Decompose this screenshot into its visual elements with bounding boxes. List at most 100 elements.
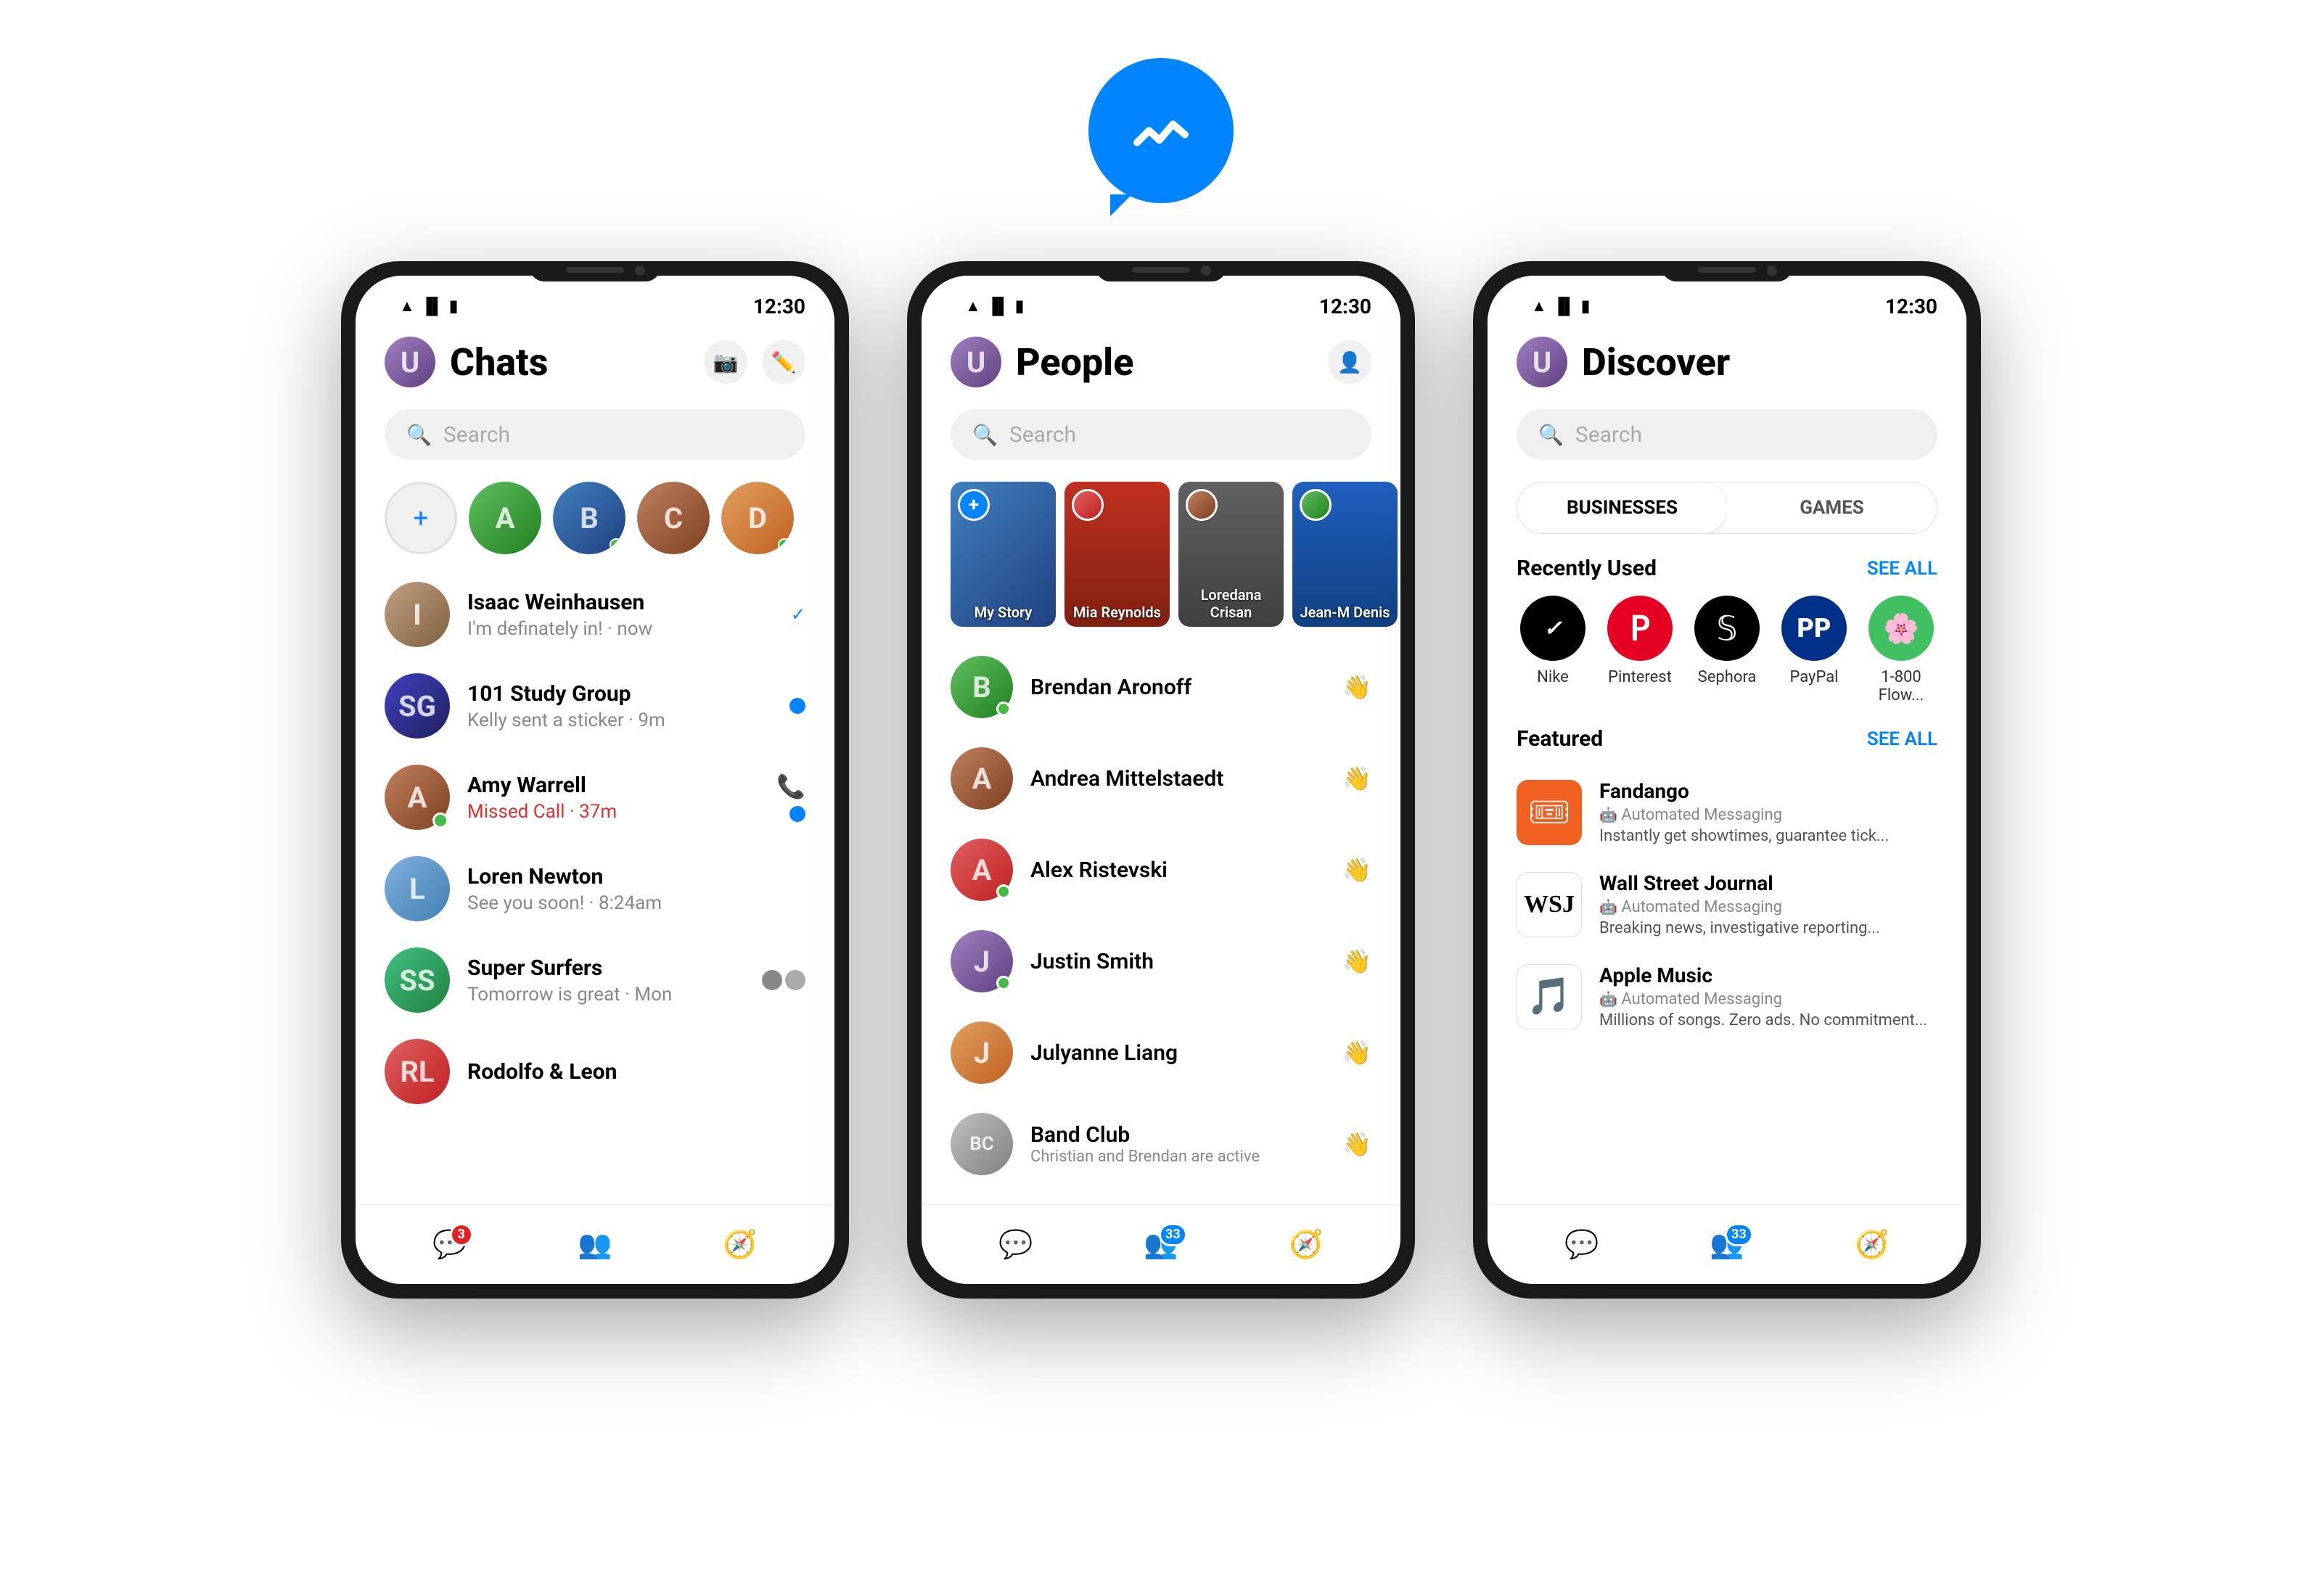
people-item-bandclub[interactable]: BC Band Club Christian and Brendan are a… [922, 1098, 1400, 1190]
nav-chats-btn-3[interactable]: 💬 [1564, 1229, 1599, 1261]
people-search-bar[interactable]: 🔍 Search [951, 409, 1371, 460]
group-avatar-thumb-2 [785, 970, 805, 990]
featured-item-apple-music[interactable]: 🎵 Apple Music 🤖 Automated Messaging Mill… [1488, 950, 1966, 1042]
check-icon-isaac: ✓ [791, 604, 805, 625]
pencil-icon: ✏️ [771, 350, 797, 374]
story-card-loredana[interactable]: Loredana Crisan [1178, 482, 1284, 627]
chat-item-isaac[interactable]: I Isaac Weinhausen I'm definately in! · … [356, 569, 834, 660]
featured-item-wsj[interactable]: WSJ Wall Street Journal 🤖 Automated Mess… [1488, 858, 1966, 950]
sephora-label: Sephora [1698, 668, 1757, 686]
edit-button[interactable]: ✏️ [762, 340, 805, 384]
studygroup-face: SG [385, 673, 450, 739]
featured-item-fandango[interactable]: 🎟 Fandango 🤖 Automated Messaging Instant… [1488, 766, 1966, 858]
phone-speaker-3 [1698, 267, 1756, 273]
unread-dot-studygroup [789, 698, 805, 714]
wave-icon-brendan[interactable]: 👋 [1342, 673, 1371, 701]
discover-tabs: BUSINESSES GAMES [1517, 482, 1937, 534]
chat-avatar-loren: L [385, 856, 450, 921]
featured-see-all[interactable]: SEE ALL [1867, 728, 1937, 750]
nav-people-btn-1[interactable]: 👥 [578, 1229, 612, 1261]
nav-chats-btn[interactable]: 💬 3 [432, 1229, 467, 1261]
story-card-mia[interactable]: Mia Reynolds [1064, 482, 1170, 627]
apple-music-name: Apple Music [1599, 963, 1937, 987]
wave-icon-andrea[interactable]: 👋 [1342, 765, 1371, 792]
fandango-sub-text: Automated Messaging [1621, 806, 1782, 824]
chat-meta-supersurfers [762, 970, 805, 990]
recently-item-pinterest[interactable]: 𝖯 Pinterest [1604, 596, 1676, 704]
bandclub-preview: Christian and Brendan are active [1030, 1148, 1325, 1166]
story-item-1[interactable]: A [469, 482, 541, 554]
story-card-jean[interactable]: Jean-M Denis [1292, 482, 1398, 627]
fandango-robot-icon: 🤖 [1599, 806, 1617, 823]
wave-icon-alex[interactable]: 👋 [1342, 856, 1371, 884]
tab-businesses-label: BUSINESSES [1567, 497, 1678, 519]
nav-people-badge: 33 [1159, 1223, 1187, 1246]
nike-icon: ✓ [1520, 596, 1585, 661]
discover-search-bar[interactable]: 🔍 Search [1517, 409, 1937, 460]
recently-item-sephora[interactable]: 𝕊 Sephora [1691, 596, 1763, 704]
tab-games[interactable]: GAMES [1727, 482, 1937, 533]
chat-item-supersurfers[interactable]: SS Super Surfers Tomorrow is great · Mon [356, 934, 834, 1026]
fandango-icon: 🎟 [1517, 780, 1582, 845]
nav-discover-btn-3[interactable]: 🧭 [1855, 1229, 1889, 1261]
nav-people-btn-3[interactable]: 👥 33 [1710, 1229, 1744, 1261]
chat-item-amy[interactable]: A Amy Warrell Missed Call · 37m 📞 [356, 752, 834, 843]
recently-item-paypal[interactable]: PP PayPal [1778, 596, 1850, 704]
status-bar-2: ▲ ▐▌ ▮ 12:30 [922, 276, 1400, 322]
mia-story-avatar [1072, 489, 1104, 521]
people-avatar-julyanne: J [951, 1021, 1013, 1084]
wave-icon-julyanne[interactable]: 👋 [1342, 1039, 1371, 1066]
nav-discover-btn-2[interactable]: 🧭 [1289, 1229, 1323, 1261]
chat-info-supersurfers: Super Surfers Tomorrow is great · Mon [467, 955, 744, 1005]
tab-businesses[interactable]: BUSINESSES [1517, 482, 1727, 533]
signal-icon-2: ▐▌ [987, 297, 1009, 316]
people-item-alex[interactable]: A Alex Ristevski 👋 [922, 824, 1400, 916]
recently-used-see-all[interactable]: SEE ALL [1867, 558, 1937, 580]
chat-avatar-supersurfers: SS [385, 947, 450, 1013]
recently-item-flower[interactable]: 🌸 1-800 Flow... [1865, 596, 1937, 704]
nav-people-btn-2[interactable]: 👥 33 [1144, 1229, 1178, 1261]
chats-search-bar[interactable]: 🔍 Search [385, 409, 805, 460]
people-item-andrea[interactable]: A Andrea Mittelstaedt 👋 [922, 733, 1400, 824]
chat-preview-loren: See you soon! · 8:24am [467, 892, 805, 914]
user-avatar-3[interactable]: U [1517, 337, 1567, 387]
nav-chats-btn-2[interactable]: 💬 [998, 1229, 1033, 1261]
wsj-sub-text: Automated Messaging [1621, 898, 1782, 916]
apple-music-desc: Millions of songs. Zero ads. No commitme… [1599, 1011, 1937, 1029]
people-bottom-nav: 💬 👥 33 🧭 [922, 1204, 1400, 1284]
sephora-s: 𝕊 [1716, 609, 1737, 649]
wsj-text: WSJ [1524, 891, 1575, 918]
andrea-face: A [951, 747, 1013, 810]
chat-item-loren[interactable]: L Loren Newton See you soon! · 8:24am [356, 843, 834, 934]
chat-item-rodolfo[interactable]: RL Rodolfo & Leon [356, 1026, 834, 1117]
flower-symbol: 🌸 [1883, 612, 1919, 646]
phone-chats: ▲ ▐▌ ▮ 12:30 U Chats 📷 ✏️ [341, 261, 849, 1299]
story-add-btn: + [958, 489, 990, 521]
loren-face: L [385, 856, 450, 921]
logo-area [1088, 58, 1234, 203]
story-item-2[interactable]: B [553, 482, 625, 554]
people-item-justin[interactable]: J Justin Smith 👋 [922, 916, 1400, 1007]
time-3: 12:30 [1885, 295, 1937, 318]
wave-icon-justin[interactable]: 👋 [1342, 947, 1371, 975]
chat-item-studygroup[interactable]: SG 101 Study Group Kelly sent a sticker … [356, 660, 834, 752]
chat-avatar-amy: A [385, 765, 450, 830]
wave-icon-bandclub[interactable]: 👋 [1342, 1130, 1371, 1158]
user-avatar-2[interactable]: U [951, 337, 1001, 387]
nav-discover-btn-1[interactable]: 🧭 [723, 1229, 757, 1261]
add-story-btn[interactable]: + [385, 482, 457, 554]
chats-search-placeholder: Search [443, 422, 510, 448]
recently-item-nike[interactable]: ✓ Nike [1517, 596, 1589, 704]
story-card-mystory[interactable]: + My Story [951, 482, 1056, 627]
chats-bottom-nav: 💬 3 👥 🧭 [356, 1204, 834, 1284]
camera-button[interactable]: 📷 [704, 340, 747, 384]
people-item-julyanne[interactable]: J Julyanne Liang 👋 [922, 1007, 1400, 1098]
story-item-3[interactable]: C [637, 482, 710, 554]
time-1: 12:30 [753, 295, 805, 318]
phone-discover: ▲ ▐▌ ▮ 12:30 U Discover 🔍 Search [1473, 261, 1981, 1299]
story-item-4[interactable]: D [721, 482, 794, 554]
add-person-button[interactable]: 👤 [1328, 340, 1371, 384]
user-avatar-1[interactable]: U [385, 337, 435, 387]
people-header: U People 👤 [922, 322, 1400, 402]
people-item-brendan[interactable]: B Brendan Aronoff 👋 [922, 641, 1400, 733]
